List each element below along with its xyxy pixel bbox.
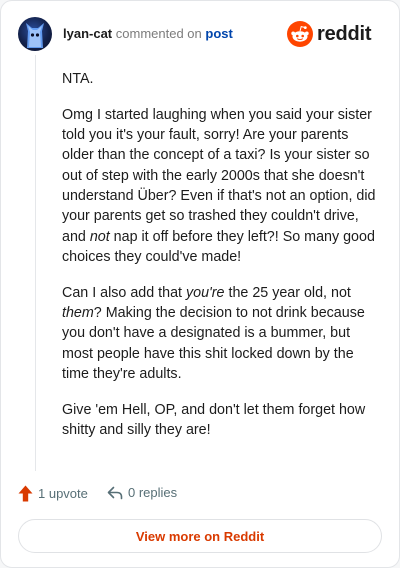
upvote-control[interactable]: 1 upvote xyxy=(18,485,88,502)
paragraph-text: Omg I started laughing when you said you… xyxy=(62,106,376,245)
arrow-up-icon[interactable] xyxy=(18,485,33,502)
reply-arrow-icon xyxy=(107,486,123,499)
emphasis-text: you're xyxy=(186,284,225,301)
reddit-snoo-icon xyxy=(287,21,313,47)
emphasis-text: them xyxy=(62,304,94,321)
emphasis-text: not xyxy=(89,228,110,245)
paragraph-text: nap it off before they left?! So many go… xyxy=(62,228,375,265)
brand-wordmark: reddit xyxy=(317,23,372,45)
comment-paragraph: Omg I started laughing when you said you… xyxy=(62,105,382,267)
view-more-button[interactable]: View more on Reddit xyxy=(18,519,382,553)
comment-body: NTA. Omg I started laughing when you said… xyxy=(62,69,382,456)
comment-header: lyan-cat commented on post reddit xyxy=(18,17,383,53)
paragraph-text: Can I also add that xyxy=(62,284,186,301)
paragraph-text: the 25 year old, not xyxy=(224,284,351,301)
user-avatar[interactable] xyxy=(18,17,52,51)
comment-paragraph: Can I also add that you're the 25 year o… xyxy=(62,283,382,384)
comment-paragraph: NTA. xyxy=(62,69,382,89)
cat-avatar-icon xyxy=(26,23,44,48)
comment-paragraph: Give 'em Hell, OP, and don't let them fo… xyxy=(62,400,382,441)
post-link[interactable]: post xyxy=(205,26,232,41)
paragraph-text: Give 'em Hell, OP, and don't let them fo… xyxy=(62,401,366,438)
upvote-count: 1 upvote xyxy=(38,486,88,501)
byline: lyan-cat commented on post xyxy=(63,26,233,42)
comment-actions: 1 upvote 0 replies xyxy=(18,485,378,507)
thread-line xyxy=(35,55,36,471)
reddit-logo[interactable]: reddit xyxy=(287,21,383,47)
comment-embed-card: lyan-cat commented on post reddit NTA. Om… xyxy=(0,0,400,568)
reply-count: 0 replies xyxy=(128,485,178,500)
username-link[interactable]: lyan-cat xyxy=(63,26,112,41)
paragraph-text: NTA. xyxy=(62,71,94,87)
byline-action-text: commented on xyxy=(115,26,202,41)
reply-control[interactable]: 0 replies xyxy=(107,485,177,500)
paragraph-text: ? Making the decision to not drink becau… xyxy=(62,304,365,382)
